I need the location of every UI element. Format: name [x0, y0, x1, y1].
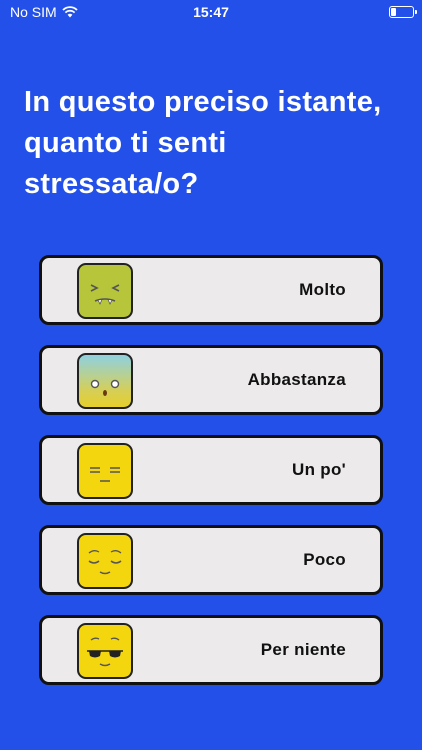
option-label: Per niente — [260, 640, 346, 659]
option-label: Molto — [299, 280, 346, 299]
option-un-po[interactable]: Un po' — [39, 435, 383, 505]
relieved-face-icon — [77, 533, 133, 589]
cool-face-icon — [77, 623, 133, 679]
answer-options: Molto Abbastanza Un po' Poco Per niente — [39, 255, 383, 705]
battery-icon — [389, 6, 417, 18]
worried-face-icon — [77, 353, 133, 409]
battery-level — [391, 8, 397, 16]
option-label: Un po' — [292, 460, 346, 479]
option-label: Abbastanza — [247, 370, 346, 389]
option-abbastanza[interactable]: Abbastanza — [39, 345, 383, 415]
option-per-niente[interactable]: Per niente — [39, 615, 383, 685]
option-molto[interactable]: Molto — [39, 255, 383, 325]
expressionless-face-icon — [77, 443, 133, 499]
option-label: Poco — [303, 550, 346, 569]
clock: 15:47 — [193, 4, 229, 20]
option-poco[interactable]: Poco — [39, 525, 383, 595]
status-bar: No SIM 15:47 — [0, 0, 422, 24]
nauseated-face-icon — [77, 263, 133, 319]
question-title: In questo preciso istante, quanto ti sen… — [24, 86, 382, 200]
